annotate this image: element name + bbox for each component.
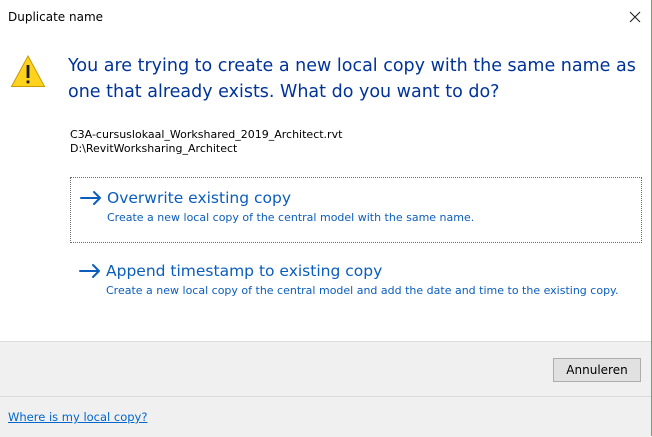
arrow-right-icon — [80, 191, 101, 205]
title-bar: Duplicate name — [0, 0, 651, 36]
file-path: D:\RevitWorksharing_Architect — [70, 142, 238, 155]
footer: Where is my local copy? — [0, 396, 651, 437]
where-is-my-local-copy-link[interactable]: Where is my local copy? — [8, 410, 147, 424]
duplicate-name-dialog: Duplicate name You are trying to create … — [0, 0, 652, 437]
command-description: Create a new local copy of the central m… — [107, 211, 475, 224]
button-bar: Annuleren — [0, 341, 651, 397]
command-label: Overwrite existing copy — [107, 189, 291, 207]
file-details: C3A-cursuslokaal_Workshared_2019_Archite… — [70, 128, 342, 156]
arrow-right-icon — [79, 264, 100, 278]
command-label: Append timestamp to existing copy — [106, 262, 383, 280]
warning-icon — [10, 54, 46, 87]
window-title: Duplicate name — [8, 10, 104, 24]
main-instruction: You are trying to create a new local cop… — [68, 56, 636, 102]
close-icon — [629, 11, 641, 23]
append-timestamp-command[interactable]: Append timestamp to existing copy Create… — [70, 251, 642, 331]
cancel-button[interactable]: Annuleren — [553, 358, 641, 382]
file-name: C3A-cursuslokaal_Workshared_2019_Archite… — [70, 128, 343, 141]
overwrite-existing-copy-command[interactable]: Overwrite existing copy Create a new loc… — [70, 177, 642, 243]
command-description: Create a new local copy of the central m… — [106, 284, 619, 297]
close-button[interactable] — [621, 4, 649, 30]
